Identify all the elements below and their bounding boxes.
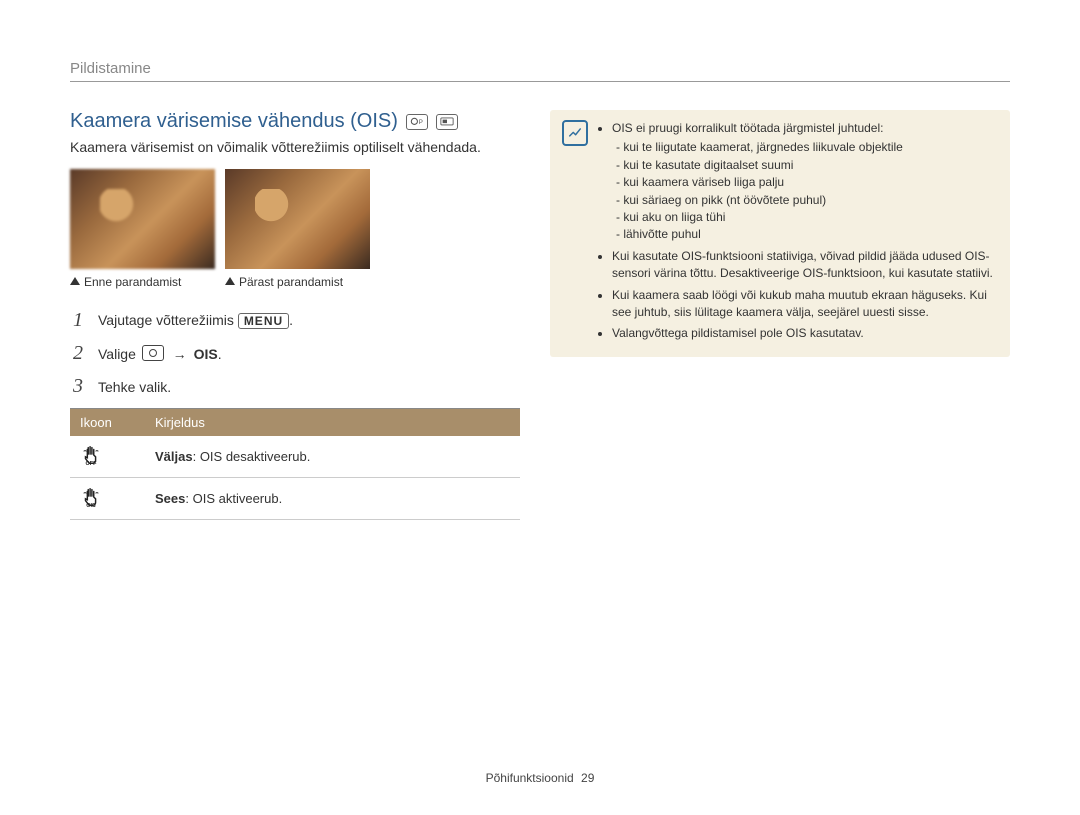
program-mode-icon: P (406, 114, 428, 130)
row-desc: : OIS desaktiveerub. (193, 449, 311, 464)
note-sub-item: kui te liigutate kaamerat, järgnedes lii… (616, 139, 994, 156)
arrow-right-icon: → (173, 346, 187, 362)
step-2-text: Valige (98, 346, 140, 362)
svg-text:P: P (419, 119, 423, 126)
note-box: OIS ei pruugi korralikult töötada järgmi… (550, 110, 1010, 357)
note-sub-item: kui te kasutate digitaalset suumi (616, 157, 994, 174)
note-lead: OIS ei pruugi korralikult töötada järgmi… (612, 121, 883, 135)
options-table: Ikoon Kirjeldus OFF Väljas: OIS desaktiv… (70, 408, 520, 520)
camera-icon (142, 345, 164, 361)
note-sub-item: lähivõtte puhul (616, 226, 994, 243)
photo-after (225, 169, 370, 269)
step-1: 1 Vajutage võtterežiimis MENU. (70, 309, 520, 332)
table-row: OIS Sees: OIS aktiveerub. (70, 478, 520, 520)
note-sub-item: kui kaamera väriseb liiga palju (616, 174, 994, 191)
row-label: Sees (155, 491, 185, 506)
page-footer: Põhifunktsioonid 29 (0, 771, 1080, 785)
note-knock: Kui kaamera saab löögi või kukub maha mu… (612, 287, 994, 322)
step-2-target: OIS (194, 346, 218, 362)
row-label: Väljas (155, 449, 193, 464)
scene-mode-icon (436, 114, 458, 130)
ois-off-icon: OFF (80, 444, 102, 466)
footer-label: Põhifunktsioonid (486, 771, 574, 785)
triangle-up-icon (225, 277, 235, 285)
row-desc: : OIS aktiveerub. (185, 491, 282, 506)
step-1-text: Vajutage võtterežiimis (98, 312, 238, 328)
photo-before (70, 169, 215, 269)
step-2: 2 Valige → OIS. (70, 342, 520, 365)
note-burst: Valangvõttega pildistamisel pole OIS kas… (612, 325, 994, 342)
step-number: 2 (70, 342, 86, 365)
menu-button-label: MENU (238, 313, 289, 329)
svg-text:OIS: OIS (86, 503, 96, 508)
page-number: 29 (581, 771, 594, 785)
ois-on-icon: OIS (80, 486, 102, 508)
table-row: OFF Väljas: OIS desaktiveerub. (70, 436, 520, 478)
intro-text: Kaamera värisemist on võimalik võttereži… (70, 139, 520, 155)
note-sub-item: kui aku on liiga tühi (616, 209, 994, 226)
note-sub-item: kui säriaeg on pikk (nt öövõtete puhul) (616, 192, 994, 209)
note-icon (562, 120, 588, 146)
steps-list: 1 Vajutage võtterežiimis MENU. 2 Valige … (70, 309, 520, 398)
comparison-photos (70, 169, 520, 269)
caption-after: Pärast parandamist (225, 275, 370, 289)
col-icon: Ikoon (70, 409, 145, 437)
step-number: 1 (70, 309, 86, 332)
page-title: Kaamera värisemise vähendus (OIS) (70, 110, 398, 133)
col-desc: Kirjeldus (145, 409, 520, 437)
section-header: Pildistamine (70, 60, 1010, 82)
caption-before: Enne parandamist (70, 275, 215, 289)
step-number: 3 (70, 375, 86, 398)
triangle-up-icon (70, 277, 80, 285)
svg-text:OFF: OFF (86, 461, 98, 466)
step-3: 3 Tehke valik. (70, 375, 520, 398)
step-3-text: Tehke valik. (98, 379, 171, 395)
note-tripod: Kui kasutate OIS-funktsiooni statiiviga,… (612, 248, 994, 283)
